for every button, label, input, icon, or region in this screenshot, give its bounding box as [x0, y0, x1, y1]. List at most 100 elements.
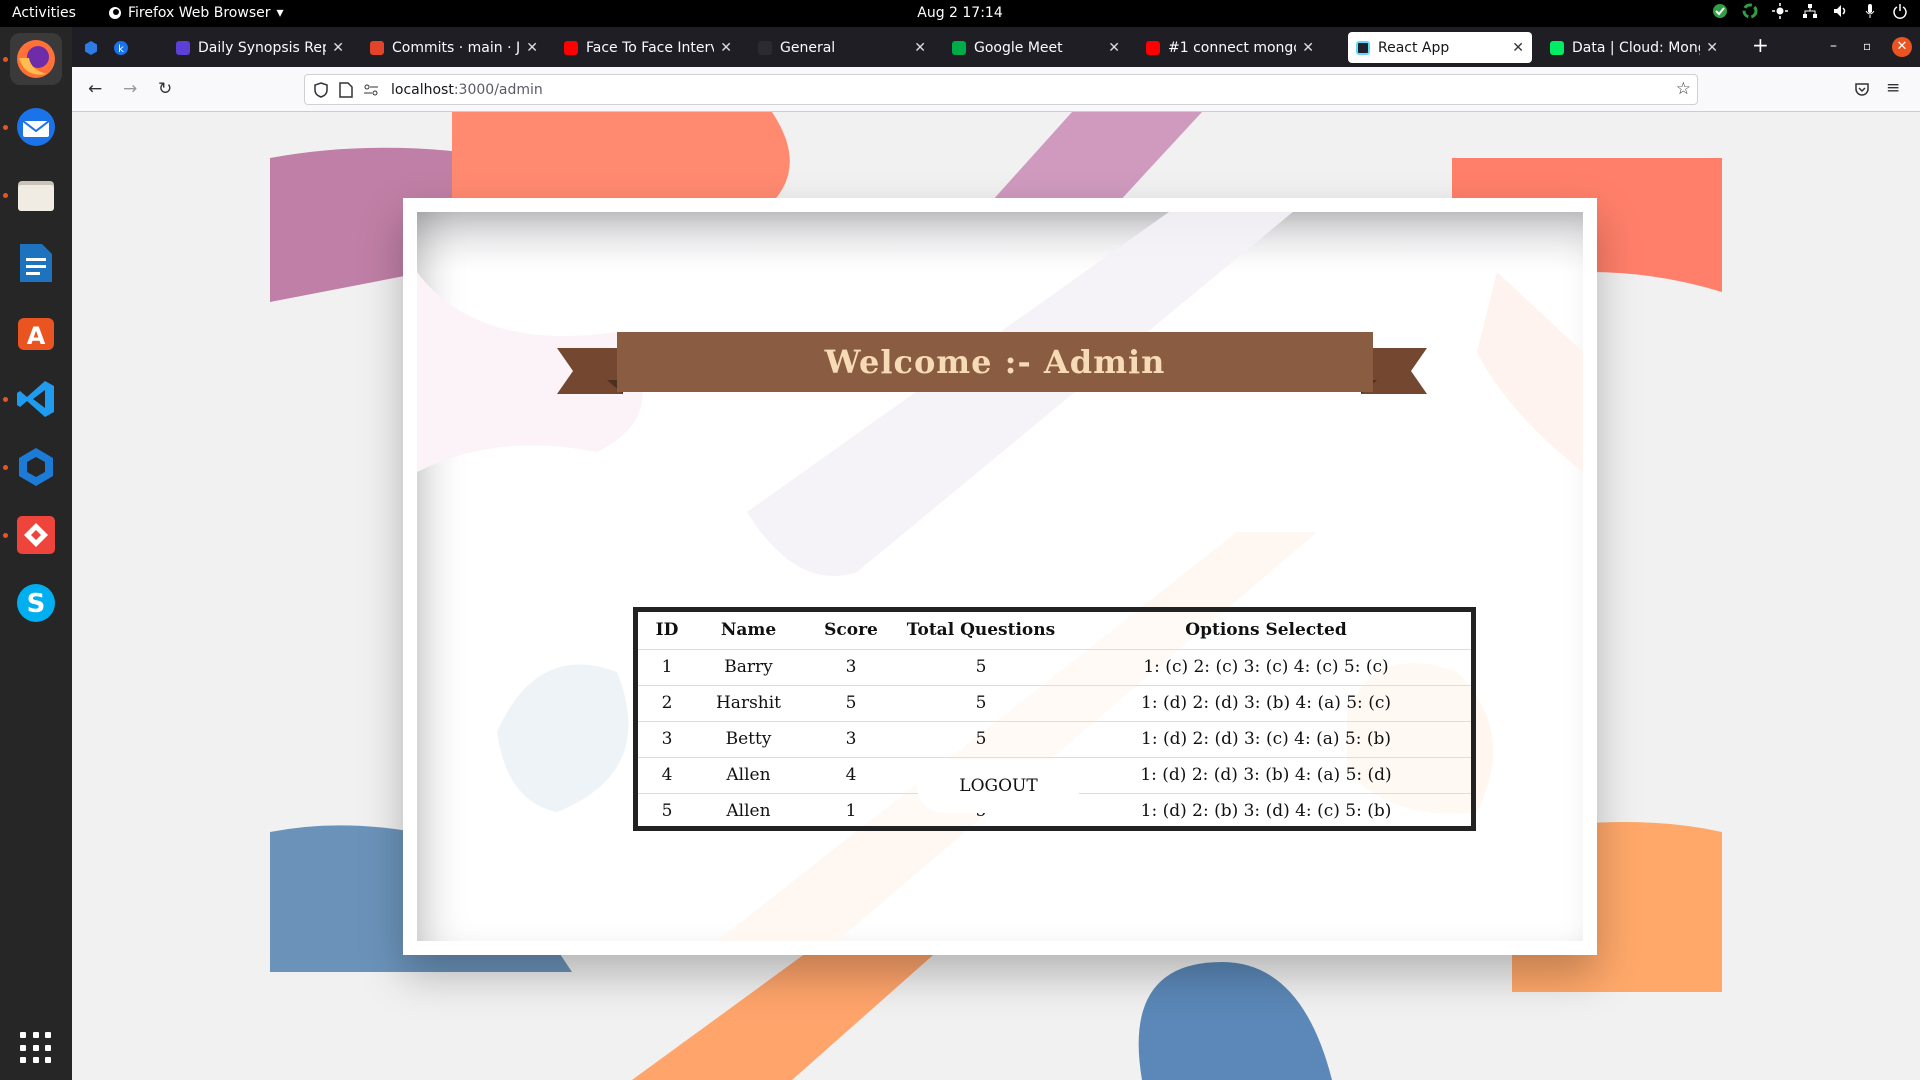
- tab-react-app[interactable]: React App ✕: [1348, 32, 1532, 63]
- document-writer-icon: [20, 244, 52, 282]
- close-tab-icon[interactable]: ✕: [1512, 40, 1524, 56]
- close-window-button[interactable]: ✕: [1892, 37, 1912, 57]
- mongodb-icon: [1550, 40, 1564, 55]
- navigation-toolbar: ← → ↻ localhost:3000/admin ☆ ≡: [72, 67, 1920, 112]
- reload-icon[interactable]: ↻: [158, 79, 172, 99]
- volume-icon[interactable]: [1832, 3, 1848, 19]
- cell-name: Allen: [696, 792, 801, 829]
- clock[interactable]: Aug 2 17:14: [0, 5, 1920, 21]
- close-tab-icon[interactable]: ✕: [1302, 40, 1314, 56]
- show-applications-button[interactable]: [20, 1032, 52, 1064]
- close-tab-icon[interactable]: ✕: [1108, 40, 1120, 56]
- youtube-icon: [564, 40, 578, 55]
- permissions-icon[interactable]: [363, 82, 379, 98]
- cell-score: 5: [801, 684, 901, 721]
- close-tab-icon[interactable]: ✕: [526, 40, 538, 56]
- pinned-tab-icon[interactable]: k: [113, 40, 129, 56]
- admin-card-inner: Welcome :- Admin: [417, 212, 1583, 941]
- column-header: Options Selected: [1185, 620, 1347, 641]
- cell-id: 1: [638, 648, 696, 685]
- table-row: 1 Barry 3 5 1: (c) 2: (c) 3: (c) 4: (c) …: [638, 648, 1471, 685]
- cell-total: 5: [901, 648, 1061, 685]
- dock-skype[interactable]: S: [10, 577, 62, 629]
- running-indicator: [3, 57, 8, 62]
- dock-writer[interactable]: [10, 237, 62, 289]
- address-bar[interactable]: localhost:3000/admin ☆: [304, 74, 1698, 105]
- dock-anydesk[interactable]: [10, 509, 62, 561]
- hamburger-menu-icon[interactable]: ≡: [1886, 78, 1900, 98]
- running-indicator: [3, 193, 8, 198]
- tab-google-meet[interactable]: Google Meet ✕: [944, 32, 1128, 63]
- svg-text:A: A: [27, 322, 46, 350]
- logout-button[interactable]: LOGOUT: [917, 759, 1080, 813]
- power-icon[interactable]: [1892, 3, 1908, 19]
- page-icon[interactable]: [339, 82, 353, 98]
- close-tab-icon[interactable]: ✕: [332, 40, 344, 56]
- tab-favicon-icon: [758, 40, 772, 55]
- tab-favicon-icon: [176, 40, 190, 55]
- cell-id: 2: [638, 684, 696, 721]
- react-icon: [1356, 40, 1370, 55]
- dock-firefox[interactable]: [10, 33, 62, 85]
- dock-vscode[interactable]: [10, 373, 62, 425]
- svg-text:S: S: [27, 589, 46, 619]
- vscode-icon: [17, 381, 54, 417]
- page-viewport: Welcome :- Admin ID Name Score Total Que…: [72, 112, 1920, 1080]
- cell-options: 1: (c) 2: (c) 3: (c) 4: (c) 5: (c): [1061, 648, 1471, 685]
- new-tab-button[interactable]: +: [1752, 33, 1769, 57]
- cell-id: 3: [638, 720, 696, 757]
- dock-thunderbird[interactable]: [10, 101, 62, 153]
- firefox-icon: [17, 40, 55, 78]
- table-row: 2 Harshit 5 5 1: (d) 2: (d) 3: (b) 4: (a…: [638, 684, 1471, 721]
- tab-face-to-face[interactable]: Face To Face Intervie✕: [556, 32, 740, 63]
- dock-kubuntu-app[interactable]: [10, 441, 62, 493]
- tab-strip: k Daily Synopsis Repor✕ Commits · main ·…: [72, 27, 1920, 67]
- close-tab-icon[interactable]: ✕: [720, 40, 732, 56]
- pocket-icon[interactable]: [1854, 81, 1870, 97]
- microphone-icon[interactable]: [1862, 3, 1878, 19]
- close-tab-icon[interactable]: ✕: [1706, 40, 1718, 56]
- dock-files[interactable]: [10, 169, 62, 221]
- shield-icon[interactable]: [313, 82, 329, 98]
- tab-mongodb-cloud[interactable]: Data | Cloud: Mongo✕: [1542, 32, 1726, 63]
- pinned-tab-icon[interactable]: [83, 40, 99, 56]
- minimize-button[interactable]: –: [1830, 38, 1837, 54]
- svg-text:k: k: [118, 44, 124, 55]
- dock: A S: [0, 27, 72, 1080]
- dock-app-center[interactable]: A: [10, 305, 62, 357]
- tab-general[interactable]: General ✕: [750, 32, 934, 63]
- system-tray[interactable]: [1712, 3, 1908, 19]
- running-indicator: [3, 125, 8, 130]
- folder-icon: [18, 181, 54, 211]
- cell-total: 5: [901, 684, 1061, 721]
- back-arrow-icon[interactable]: ←: [88, 79, 102, 99]
- update-check-icon[interactable]: [1712, 3, 1728, 19]
- cell-name: Allen: [696, 756, 801, 793]
- close-tab-icon[interactable]: ✕: [914, 40, 926, 56]
- url-text[interactable]: localhost:3000/admin: [391, 82, 543, 98]
- cell-options: 1: (d) 2: (d) 3: (b) 4: (a) 5: (c): [1061, 684, 1471, 721]
- cell-options: 1: (d) 2: (b) 3: (d) 4: (c) 5: (b): [1061, 792, 1471, 829]
- youtube-icon: [1146, 40, 1160, 55]
- tab-connect-mongodb[interactable]: #1 connect mongoDB✕: [1138, 32, 1322, 63]
- network-icon[interactable]: [1802, 3, 1818, 19]
- brightness-icon[interactable]: [1772, 3, 1788, 19]
- recycle-icon[interactable]: [1742, 3, 1758, 19]
- app-store-icon: A: [18, 318, 54, 350]
- cell-name: Barry: [696, 648, 801, 685]
- column-header: Name: [720, 620, 777, 641]
- thunderbird-icon: [17, 108, 55, 146]
- system-top-bar: Activities Firefox Web Browser ▾ Aug 2 1…: [0, 0, 1920, 27]
- page-title: Welcome :- Admin: [617, 332, 1373, 392]
- cell-name: Harshit: [696, 684, 801, 721]
- forward-arrow-icon[interactable]: →: [123, 79, 137, 99]
- tab-commits[interactable]: Commits · main · JS F✕: [362, 32, 546, 63]
- tab-daily-synopsis[interactable]: Daily Synopsis Repor✕: [168, 32, 352, 63]
- running-indicator: [3, 533, 8, 538]
- cell-id: 5: [638, 792, 696, 829]
- column-header: Score: [824, 620, 878, 641]
- welcome-ribbon: Welcome :- Admin: [557, 332, 1427, 410]
- restore-button[interactable]: ▫: [1863, 39, 1871, 53]
- column-header: ID: [655, 620, 679, 641]
- bookmark-star-icon[interactable]: ☆: [1676, 79, 1691, 99]
